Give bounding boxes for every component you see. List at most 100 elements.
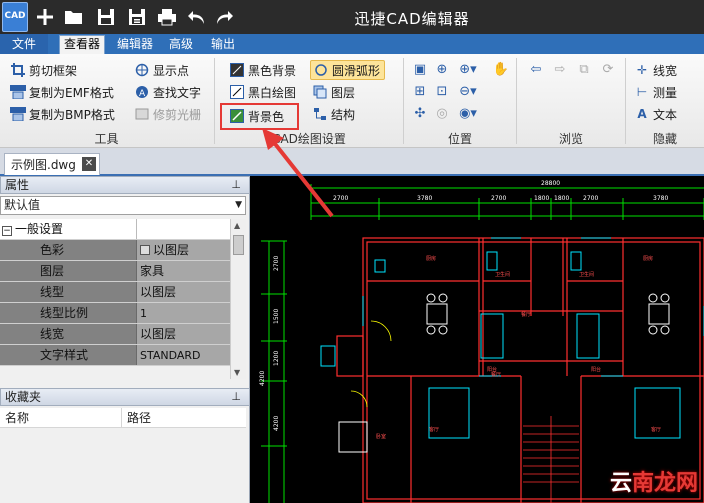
room-label: 厨房 (643, 255, 653, 262)
line-width-button[interactable]: ✛ 线宽 (634, 60, 677, 80)
tab-output[interactable]: 输出 (205, 34, 241, 54)
dimension-ticks (310, 184, 704, 220)
crop-icon (10, 62, 26, 78)
properties-combo[interactable]: 默认值 ▼ (0, 196, 246, 215)
copy-emf-button[interactable]: 复制为EMF格式 (10, 82, 114, 102)
group-label-hide: 隐藏 (652, 132, 677, 146)
tab-editor[interactable]: 编辑器 (112, 34, 158, 54)
total-dimension-label: 28800 (541, 180, 560, 187)
properties-header: 属性 ⊥ (0, 176, 250, 194)
find-text-button[interactable]: A 查找文字 (134, 82, 201, 102)
room-label: 卫生间 (495, 271, 510, 278)
smooth-arc-button[interactable]: 圆滑弧形 (310, 60, 386, 80)
property-row[interactable]: 线型 以图层 (0, 282, 230, 303)
pin-icon[interactable]: ⊥ (231, 389, 241, 405)
room-labels: 厨房 厨房 餐厅 餐厅 卧室 客厅 客厅 卫生间 卫生间 阳台 阳台 (376, 255, 661, 440)
fit-icon[interactable]: ⊞ (411, 82, 429, 100)
room-label: 客厅 (651, 426, 661, 433)
forward-arrow-icon[interactable]: ⇨ (551, 60, 569, 78)
dimension-label: 1800 (554, 195, 569, 202)
property-row[interactable]: 色彩 以图层 (0, 240, 230, 261)
dimension-label: 2700 (273, 256, 280, 271)
property-category[interactable]: − 一般设置 (0, 219, 230, 240)
scroll-thumb[interactable] (233, 235, 244, 255)
dimension-label: 3780 (417, 195, 432, 202)
copy-bmp-button[interactable]: 复制为BMP格式 (10, 104, 115, 124)
stairs (523, 416, 579, 503)
tab-advanced[interactable]: 高级 (163, 34, 199, 54)
smooth-arc-icon (313, 62, 329, 78)
property-row[interactable]: 文字样式 STANDARD (0, 345, 230, 366)
trim-raster-button[interactable]: 修剪光栅 (134, 104, 201, 124)
room-label: 卫生间 (579, 271, 594, 278)
door-arcs (350, 320, 392, 408)
property-row[interactable]: 线宽 以图层 (0, 324, 230, 345)
properties-scrollbar[interactable]: ▲ ▼ (230, 219, 246, 379)
zoom-extents-icon[interactable]: ⊕ (433, 60, 451, 78)
trim-raster-icon (134, 106, 150, 122)
close-icon[interactable]: ✕ (82, 157, 96, 171)
window-title: 迅捷CAD编辑器 (354, 10, 470, 28)
black-background-icon (229, 62, 245, 78)
highlight-box (220, 103, 299, 130)
text-button[interactable]: A 文本 (634, 104, 677, 124)
chevron-down-icon: ▼ (235, 200, 242, 210)
bw-drawing-button[interactable]: 黑白绘图 (229, 82, 296, 102)
bmp-icon (10, 106, 26, 122)
tab-file[interactable]: 文件 (0, 34, 48, 54)
title-bar: CAD 迅捷CAD编辑器 (0, 0, 704, 34)
restore-view-icon[interactable]: ⧉ (575, 60, 593, 78)
scroll-down-icon[interactable]: ▼ (234, 368, 240, 377)
refresh-view-icon[interactable]: ⟳ (599, 60, 617, 78)
back-arrow-icon[interactable]: ⇦ (527, 60, 545, 78)
room-label: 阳台 (591, 366, 601, 373)
favorites-columns: 名称 路径 (0, 408, 246, 428)
property-grid: − 一般设置 色彩 以图层 图层 家具 线型 以图层 线型比例 1 线宽 以图层 … (0, 219, 230, 366)
points-icon (134, 62, 150, 78)
dimension-label: 1800 (534, 195, 549, 202)
room-label: 客厅 (429, 426, 439, 433)
layers-button[interactable]: 图层 (312, 82, 355, 102)
drawing-canvas[interactable]: 28800 2700 3780 2700 1800 1800 2700 3780… (251, 176, 704, 503)
zoom-window-icon[interactable]: ▣ (411, 60, 429, 78)
orbit-icon[interactable]: ◎ (433, 104, 451, 122)
color-swatch (140, 245, 150, 255)
dimension-label: 1500 (273, 309, 280, 324)
property-row[interactable]: 图层 家具 (0, 261, 230, 282)
dimension-label: 2700 (583, 195, 598, 202)
pin-icon[interactable]: ⊥ (231, 177, 241, 193)
left-panel: 属性 ⊥ 默认值 ▼ − 一般设置 色彩 以图层 图层 家具 线型 以图层 线型比… (0, 176, 250, 503)
show-points-button[interactable]: 显示点 (134, 60, 189, 80)
ribbon: 剪切框架 复制为EMF格式 复制为BMP格式 显示点 A 查找文字 修剪光栅 工… (0, 54, 704, 148)
find-text-icon: A (134, 84, 150, 100)
measure-icon: ⊢ (636, 85, 648, 99)
pan-hand-icon[interactable]: ✋ (492, 60, 510, 78)
room-label: 厨房 (426, 255, 436, 262)
rotate-icon[interactable]: ✣ (411, 104, 429, 122)
bw-drawing-icon (229, 84, 245, 100)
tab-viewer[interactable]: 查看器 (59, 35, 105, 54)
column-name[interactable]: 名称 (0, 408, 122, 427)
column-path[interactable]: 路径 (122, 408, 151, 427)
zoom-in-icon[interactable]: ⊕▾ (459, 60, 477, 78)
property-row[interactable]: 线型比例 1 (0, 303, 230, 324)
scroll-up-icon[interactable]: ▲ (234, 221, 240, 230)
group-label-browse: 浏览 (558, 132, 583, 146)
black-background-button[interactable]: 黑色背景 (229, 60, 296, 80)
fixtures (320, 237, 704, 439)
zoom-out-icon[interactable]: ⊖▾ (459, 82, 477, 100)
document-tab-strip: 示例图.dwg ✕ (0, 148, 704, 176)
menu-tabs: 文件 查看器 编辑器 高级 输出 (0, 34, 704, 54)
view-3d-icon[interactable]: ◉▾ (459, 104, 477, 122)
collapse-icon[interactable]: − (2, 226, 12, 236)
dimension-label: 4200 (273, 416, 280, 431)
measure-button[interactable]: ⊢ 测量 (634, 82, 677, 102)
clip-frame-button[interactable]: 剪切框架 (10, 60, 77, 80)
document-tab[interactable]: 示例图.dwg ✕ (4, 153, 100, 175)
dining-tables (338, 293, 670, 453)
fit-all-icon[interactable]: ⊡ (433, 82, 451, 100)
dimension-labels: 28800 2700 3780 2700 1800 1800 2700 3780 (333, 180, 668, 202)
group-label-tools: 工具 (94, 132, 119, 146)
line-width-icon: ✛ (636, 63, 648, 77)
structure-button[interactable]: 结构 (312, 104, 355, 124)
